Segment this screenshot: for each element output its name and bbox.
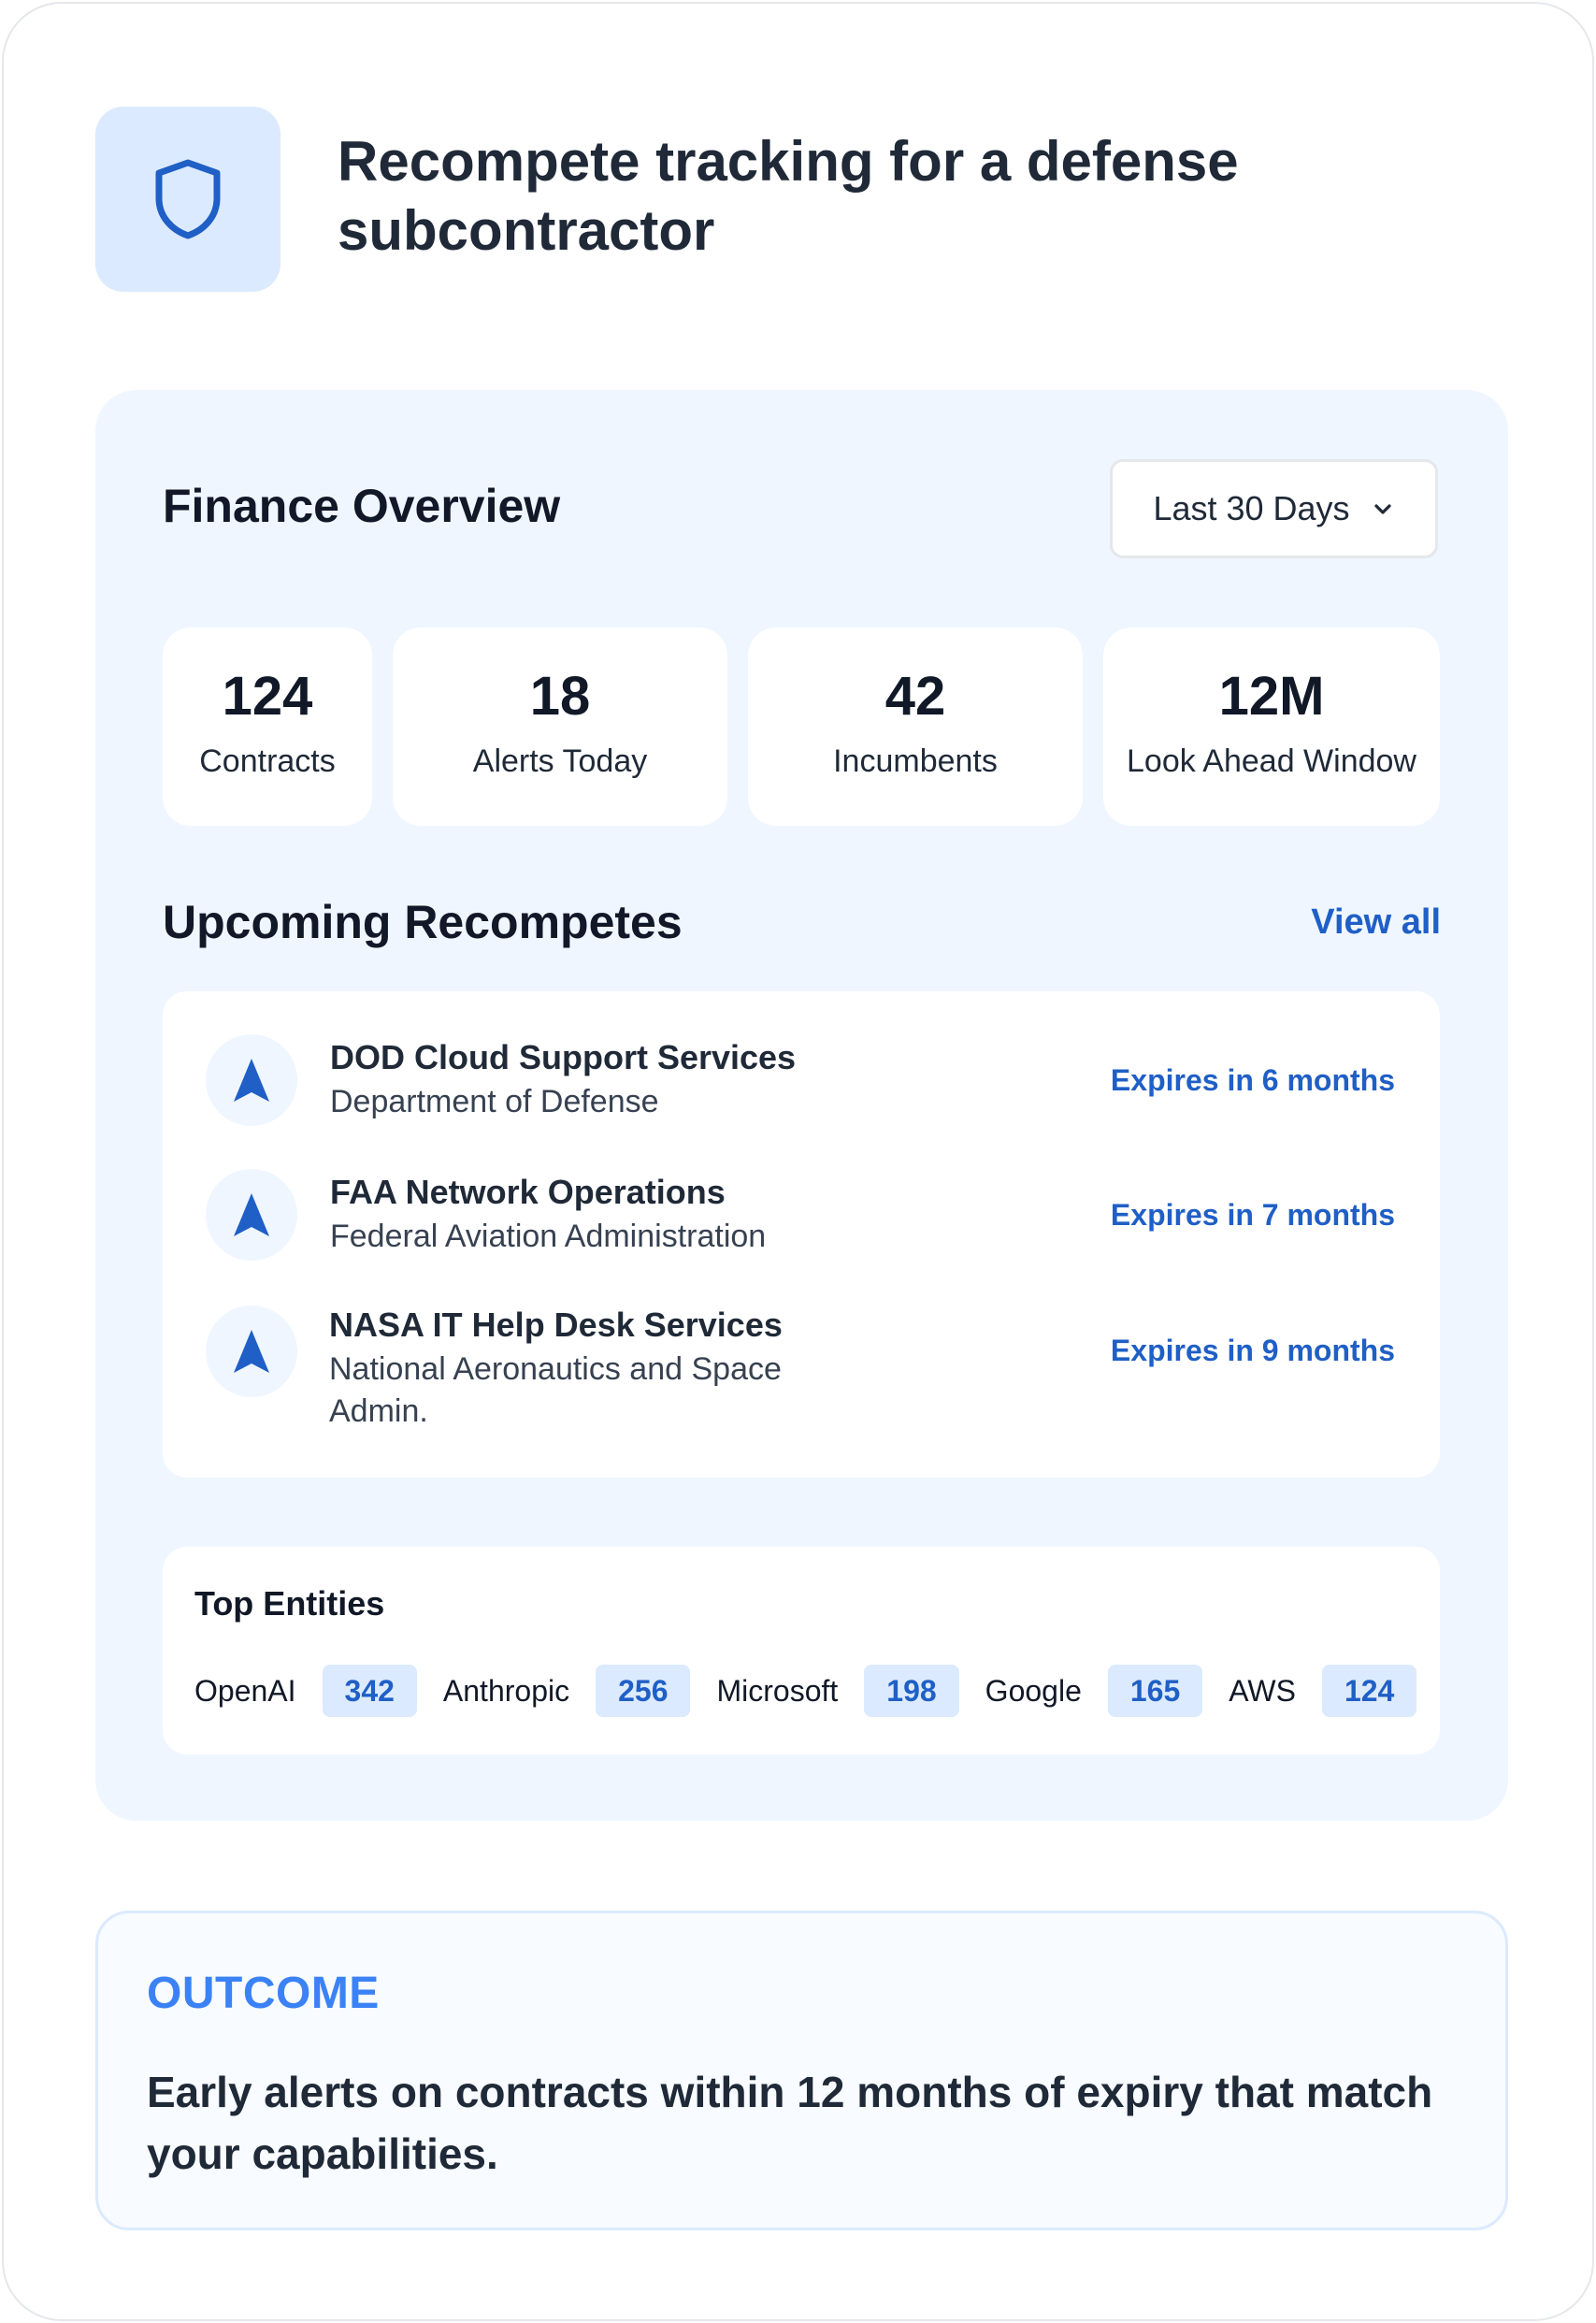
entity-chip-aws[interactable]: AWS 124 xyxy=(1229,1665,1417,1717)
stat-card-alerts-today: 18 Alerts Today xyxy=(393,628,727,826)
stat-value: 18 xyxy=(529,666,591,727)
finance-overview-panel: Finance Overview Last 30 Days 124 Contra… xyxy=(95,390,1508,1821)
entity-count-badge: 256 xyxy=(596,1665,691,1717)
upcoming-recompetes-title: Upcoming Recompetes xyxy=(163,896,683,948)
entity-name: Anthropic xyxy=(442,1673,570,1708)
outcome-box: OUTCOME Early alerts on contracts within… xyxy=(95,1911,1508,2230)
entity-chip-anthropic[interactable]: Anthropic 256 xyxy=(443,1665,691,1717)
contract-avatar xyxy=(206,1169,297,1261)
entity-name: AWS xyxy=(1229,1673,1296,1708)
stat-card-look-ahead-window: 12M Look Ahead Window xyxy=(1103,628,1440,826)
outcome-label: OUTCOME xyxy=(147,1969,380,2018)
entity-name: OpenAI xyxy=(194,1673,296,1708)
page-title: Recompete tracking for a defense subcont… xyxy=(338,130,1239,262)
contract-name: DOD Cloud Support Services xyxy=(330,1038,797,1076)
expiry-label: Expires in 7 months xyxy=(1110,1198,1395,1232)
list-item[interactable]: DOD Cloud Support Services Department of… xyxy=(163,991,1440,1126)
contract-avatar xyxy=(206,1034,297,1126)
navigation-arrow-icon xyxy=(234,1193,269,1236)
recompetes-list: DOD Cloud Support Services Department of… xyxy=(163,991,1440,1478)
top-entities-card: Top Entities OpenAI 342 Anthropic 256 Mi… xyxy=(163,1547,1440,1754)
stat-label: Alerts Today xyxy=(472,743,648,779)
date-range-dropdown[interactable]: Last 30 Days xyxy=(1110,459,1438,558)
entity-name: Microsoft xyxy=(716,1673,839,1708)
contract-agency: Department of Defense xyxy=(330,1084,659,1119)
contract-name: FAA Network Operations xyxy=(330,1173,726,1211)
stat-label: Look Ahead Window xyxy=(1127,743,1416,779)
entities-list: OpenAI 342 Anthropic 256 Microsoft 198 G… xyxy=(194,1665,1443,1717)
navigation-arrow-icon xyxy=(234,1330,269,1373)
view-all-link[interactable]: View all xyxy=(1311,902,1441,943)
stat-card-contracts: 124 Contracts xyxy=(163,628,372,826)
stat-value: 124 xyxy=(222,666,313,727)
list-item[interactable]: FAA Network Operations Federal Aviation … xyxy=(163,1126,1440,1261)
shield-icon-tile xyxy=(95,107,280,292)
contract-agency: Federal Aviation Administration xyxy=(330,1219,767,1254)
expiry-label: Expires in 6 months xyxy=(1110,1063,1395,1097)
contract-name: NASA IT Help Desk Services xyxy=(329,1306,783,1344)
date-range-value: Last 30 Days xyxy=(1153,489,1350,527)
contract-agency: National Aeronautics and Space Admin. xyxy=(329,1351,782,1429)
entity-count-badge: 342 xyxy=(322,1665,417,1717)
stat-label: Incumbents xyxy=(833,743,998,779)
outcome-text: Early alerts on contracts within 12 mont… xyxy=(147,2068,1433,2178)
case-study-card: Recompete tracking for a defense subcont… xyxy=(2,2,1594,2321)
finance-overview-title: Finance Overview xyxy=(163,480,561,532)
stat-value: 12M xyxy=(1218,666,1325,727)
entity-count-badge: 124 xyxy=(1321,1665,1417,1717)
stat-value: 42 xyxy=(884,666,946,727)
entity-count-badge: 198 xyxy=(864,1665,959,1717)
contract-avatar xyxy=(206,1306,297,1397)
entity-name: Google xyxy=(985,1673,1082,1708)
stat-label: Contracts xyxy=(199,743,336,779)
shield-icon xyxy=(155,159,221,239)
list-item[interactable]: NASA IT Help Desk Services National Aero… xyxy=(163,1261,1440,1457)
entity-count-badge: 165 xyxy=(1107,1665,1203,1717)
top-entities-title: Top Entities xyxy=(194,1584,385,1623)
entity-chip-microsoft[interactable]: Microsoft 198 xyxy=(716,1665,959,1717)
navigation-arrow-icon xyxy=(234,1059,269,1102)
entity-chip-openai[interactable]: OpenAI 342 xyxy=(194,1665,417,1717)
entity-chip-google[interactable]: Google 165 xyxy=(985,1665,1203,1717)
stat-card-incumbents: 42 Incumbents xyxy=(748,628,1083,826)
expiry-label: Expires in 9 months xyxy=(1110,1334,1395,1367)
chevron-down-icon xyxy=(1373,504,1391,514)
